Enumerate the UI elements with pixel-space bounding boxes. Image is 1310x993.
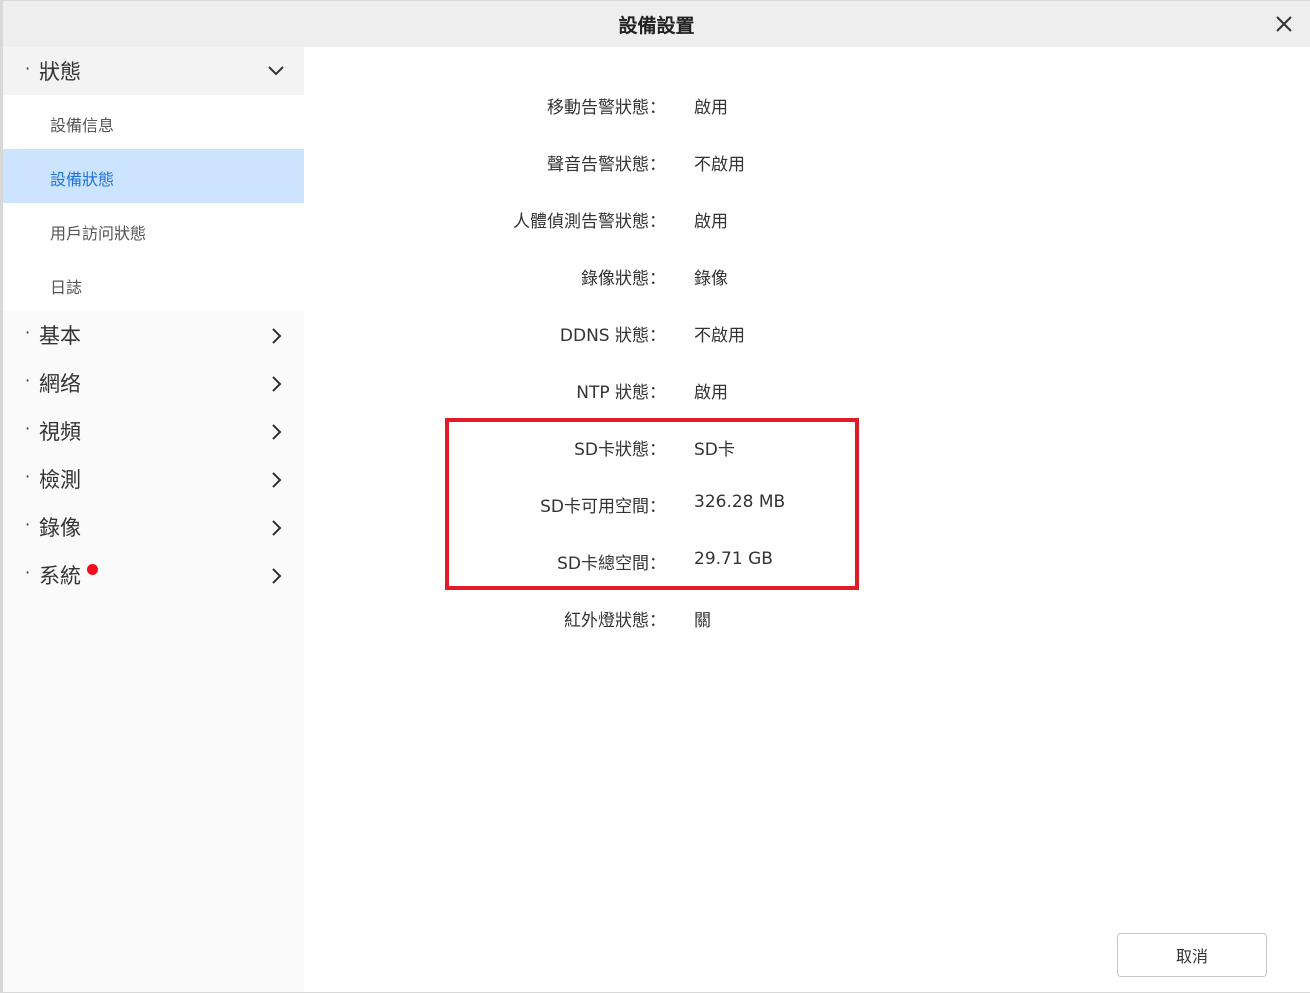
cancel-button[interactable]: 取消 bbox=[1117, 933, 1267, 977]
status-submenu: 設備信息 設備狀態 用戶訪问狀態 日誌 bbox=[3, 95, 304, 311]
status-label: DDNS 狀態： bbox=[559, 326, 666, 346]
close-button[interactable] bbox=[1270, 10, 1298, 38]
status-label: SD卡狀態： bbox=[574, 440, 666, 460]
status-value: SD卡 bbox=[694, 440, 735, 460]
status-label: 聲音告警狀態： bbox=[547, 155, 666, 175]
status-label: SD卡總空間： bbox=[557, 554, 666, 574]
sidebar-item-label: 用戶訪问狀態 bbox=[50, 224, 147, 243]
status-row-sd-free-space: SD卡可用空間： 326.28 MB bbox=[304, 492, 904, 517]
status-value: 不啟用 bbox=[694, 326, 745, 346]
category-label: 系統 bbox=[39, 564, 81, 588]
settings-sidebar: · 狀態 設備信息 設備狀態 用戶訪问狀態 日誌 · 基本 · 網络 · 視頻 … bbox=[3, 47, 304, 992]
bullet-icon: · bbox=[25, 515, 31, 534]
bullet-icon: · bbox=[25, 419, 31, 438]
category-label: 基本 bbox=[39, 324, 81, 348]
device-settings-dialog: 設備設置 · 狀態 設備信息 設備狀態 用戶訪问狀態 日誌 · 基本 · 網络 … bbox=[0, 0, 1310, 993]
sidebar-category-basic[interactable]: · 基本 bbox=[3, 311, 304, 359]
category-label: 狀態 bbox=[39, 60, 81, 84]
status-row-infrared-light: 紅外燈狀態： 關 bbox=[304, 606, 904, 631]
category-label: 視頻 bbox=[39, 420, 81, 444]
status-panel: 移動告警狀態： 啟用 聲音告警狀態： 不啟用 人體偵測告警狀態： 啟用 錄像狀態… bbox=[304, 47, 1310, 992]
status-row-sound-alert: 聲音告警狀態： 不啟用 bbox=[304, 150, 904, 175]
bullet-icon: · bbox=[25, 371, 31, 390]
status-value: 啟用 bbox=[694, 98, 728, 118]
sidebar-item-device-info[interactable]: 設備信息 bbox=[3, 95, 304, 149]
alert-dot-icon bbox=[87, 564, 98, 575]
status-value: 關 bbox=[694, 611, 711, 631]
chevron-down-icon bbox=[268, 66, 284, 76]
status-label: 人體偵測告警狀態： bbox=[513, 212, 666, 232]
status-label: SD卡可用空間： bbox=[540, 497, 666, 517]
chevron-right-icon bbox=[272, 376, 282, 392]
dialog-title: 設備設置 bbox=[618, 15, 695, 37]
chevron-right-icon bbox=[272, 424, 282, 440]
status-label: 紅外燈狀態： bbox=[564, 611, 666, 631]
status-value: 啟用 bbox=[694, 383, 728, 403]
status-label: 錄像狀態： bbox=[581, 269, 666, 289]
chevron-right-icon bbox=[272, 520, 282, 536]
chevron-right-icon bbox=[272, 472, 282, 488]
status-row-recording: 錄像狀態： 錄像 bbox=[304, 264, 904, 289]
status-row-human-detection-alert: 人體偵測告警狀態： 啟用 bbox=[304, 207, 904, 232]
status-value: 錄像 bbox=[694, 269, 728, 289]
chevron-right-icon bbox=[272, 568, 282, 584]
status-value: 326.28 MB bbox=[694, 492, 786, 512]
sidebar-item-device-status[interactable]: 設備狀態 bbox=[3, 149, 304, 203]
sidebar-category-system[interactable]: · 系統 bbox=[3, 551, 304, 599]
status-row-ddns: DDNS 狀態： 不啟用 bbox=[304, 321, 904, 346]
category-label: 檢測 bbox=[39, 468, 81, 492]
category-label: 錄像 bbox=[39, 516, 81, 540]
dialog-titlebar: 設備設置 bbox=[3, 1, 1310, 47]
status-value: 不啟用 bbox=[694, 155, 745, 175]
status-label: 移動告警狀態： bbox=[547, 98, 666, 118]
sidebar-item-log[interactable]: 日誌 bbox=[3, 257, 304, 311]
sidebar-item-label: 日誌 bbox=[50, 278, 83, 297]
bullet-icon: · bbox=[25, 323, 31, 342]
status-value: 29.71 GB bbox=[694, 549, 773, 569]
sidebar-category-network[interactable]: · 網络 bbox=[3, 359, 304, 407]
bullet-icon: · bbox=[25, 59, 31, 78]
status-label: NTP 狀態： bbox=[576, 383, 666, 403]
sidebar-item-user-access-status[interactable]: 用戶訪问狀態 bbox=[3, 203, 304, 257]
bullet-icon: · bbox=[25, 563, 31, 582]
sidebar-category-detection[interactable]: · 檢測 bbox=[3, 455, 304, 503]
sidebar-item-label: 設備信息 bbox=[50, 116, 115, 135]
category-label: 網络 bbox=[39, 372, 81, 396]
close-icon bbox=[1276, 16, 1292, 32]
status-row-sd-card: SD卡狀態： SD卡 bbox=[304, 435, 904, 460]
sidebar-category-recording[interactable]: · 錄像 bbox=[3, 503, 304, 551]
status-row-sd-total-space: SD卡總空間： 29.71 GB bbox=[304, 549, 904, 574]
sidebar-category-status[interactable]: · 狀態 bbox=[3, 47, 304, 95]
sidebar-category-video[interactable]: · 視頻 bbox=[3, 407, 304, 455]
sidebar-item-label: 設備狀態 bbox=[50, 170, 115, 189]
chevron-right-icon bbox=[272, 328, 282, 344]
status-row-motion-alert: 移動告警狀態： 啟用 bbox=[304, 93, 904, 118]
bullet-icon: · bbox=[25, 467, 31, 486]
status-value: 啟用 bbox=[694, 212, 728, 232]
status-row-ntp: NTP 狀態： 啟用 bbox=[304, 378, 904, 403]
